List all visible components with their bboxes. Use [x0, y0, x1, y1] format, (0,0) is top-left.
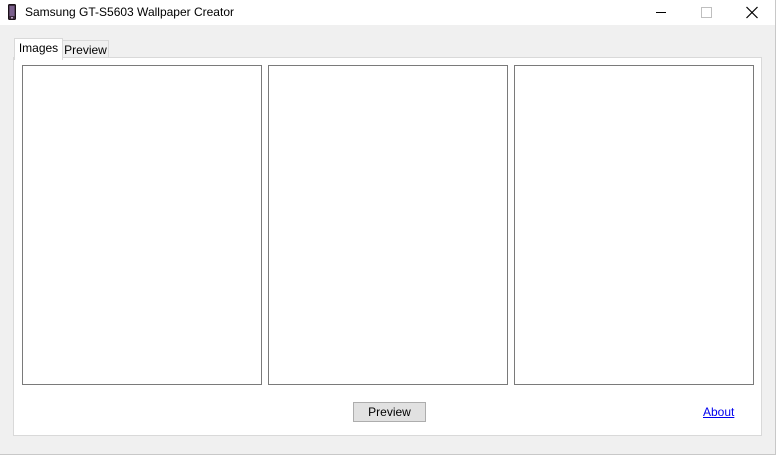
- image-slot-1[interactable]: [22, 65, 262, 385]
- window-title: Samsung GT-S5603 Wallpaper Creator: [25, 5, 234, 19]
- maximize-button[interactable]: [683, 0, 729, 25]
- about-link[interactable]: About: [703, 405, 734, 419]
- minimize-icon: [656, 12, 666, 13]
- close-button[interactable]: [729, 0, 775, 25]
- image-slot-2[interactable]: [268, 65, 508, 385]
- close-icon: [746, 6, 758, 19]
- maximize-icon: [701, 7, 712, 18]
- phone-icon: [8, 4, 16, 20]
- tab-images[interactable]: Images: [14, 38, 63, 60]
- title-bar[interactable]: Samsung GT-S5603 Wallpaper Creator: [0, 0, 775, 25]
- app-window: Samsung GT-S5603 Wallpaper Creator Image…: [0, 0, 776, 455]
- tab-preview[interactable]: Preview: [62, 40, 109, 58]
- minimize-button[interactable]: [638, 0, 684, 25]
- preview-button[interactable]: Preview: [353, 402, 426, 422]
- image-slot-3[interactable]: [514, 65, 754, 385]
